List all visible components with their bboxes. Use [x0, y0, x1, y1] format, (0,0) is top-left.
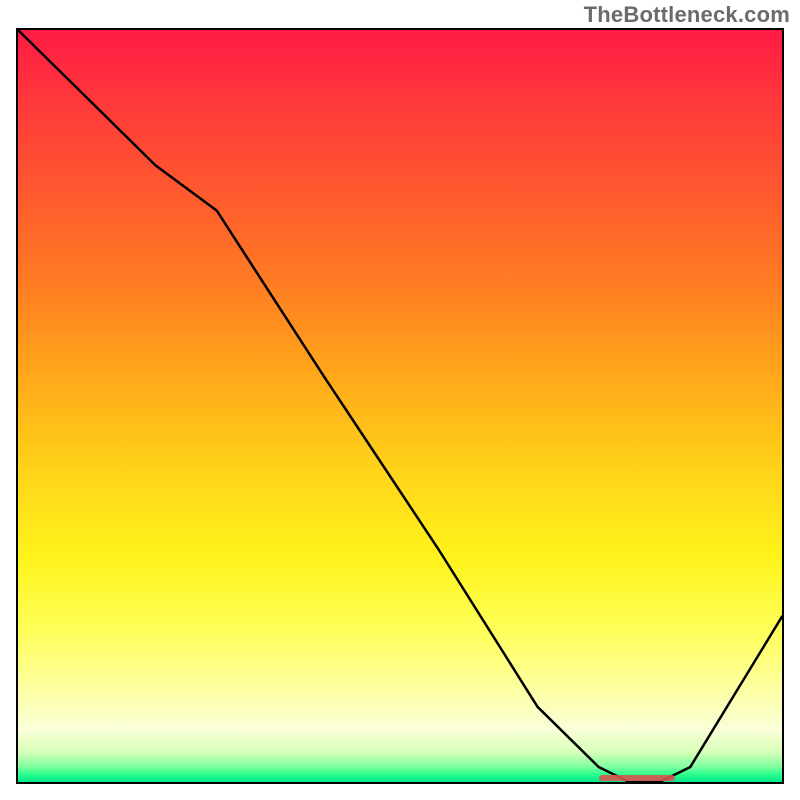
chart-container: TheBottleneck.com [0, 0, 800, 800]
bottleneck-curve [18, 30, 782, 782]
chart-frame [16, 28, 784, 784]
optimum-band-marker [599, 775, 675, 781]
curve-path [18, 30, 782, 782]
watermark-text: TheBottleneck.com [584, 2, 790, 28]
